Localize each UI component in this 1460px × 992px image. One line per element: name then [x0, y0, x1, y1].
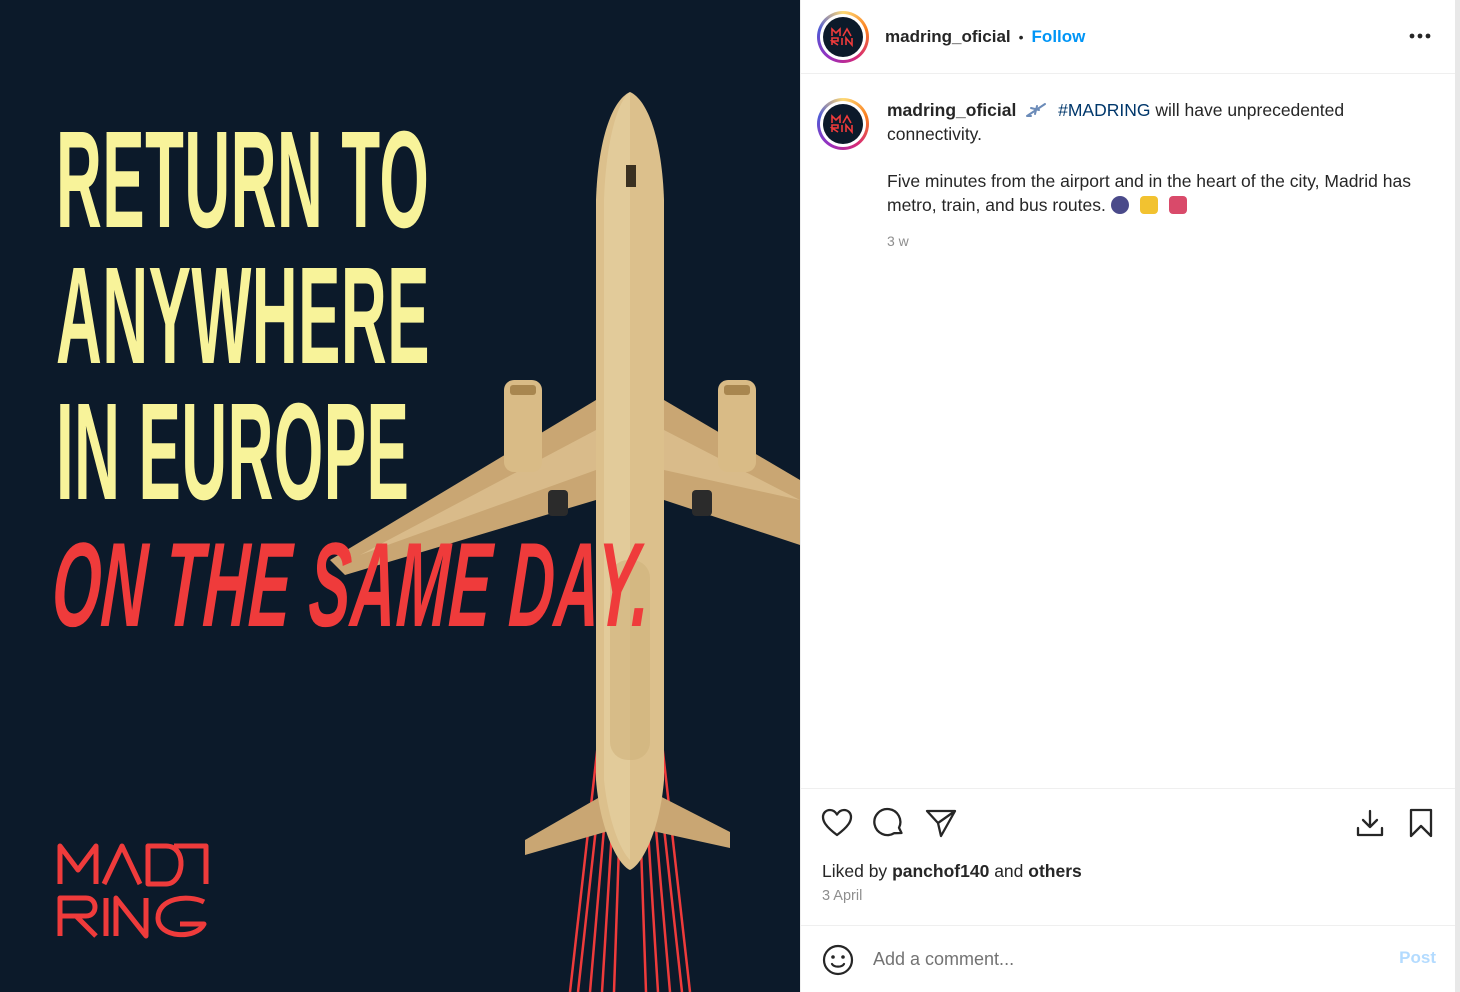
likes-summary: Liked by panchof140 and others [822, 861, 1082, 882]
comment-input[interactable] [873, 949, 1373, 970]
follow-button[interactable]: Follow [1032, 27, 1086, 47]
post-date[interactable]: 3 April [822, 888, 862, 904]
airplane-emoji-icon [1026, 103, 1047, 117]
headline-line-1: RETURN TO [56, 103, 430, 257]
caption-timestamp[interactable]: 3 w [887, 229, 1427, 253]
liked-by-and: and [994, 861, 1024, 881]
metro-emoji-icon [1110, 196, 1129, 214]
headline-line-2: ANYWHERE [56, 239, 430, 393]
comment-composer: Post [801, 925, 1456, 992]
emoji-picker-icon[interactable] [821, 943, 855, 977]
username[interactable]: madring_oficial [885, 27, 1011, 47]
bookmark-icon[interactable] [1403, 805, 1439, 841]
bus-emoji-icon [1139, 196, 1158, 214]
liked-by-user[interactable]: panchof140 [892, 861, 989, 881]
headline: RETURN TO ANYWHERE IN EUROPE ON THE SAME… [49, 103, 654, 652]
headline-accent: ON THE SAME DAY. [49, 518, 655, 652]
post-header: madring_oficial • Follow [801, 0, 1456, 74]
hashtag-link[interactable]: #MADRING [1058, 100, 1150, 120]
avatar[interactable] [817, 10, 869, 63]
share-icon[interactable] [923, 805, 959, 841]
post-image[interactable]: RETURN TO ANYWHERE IN EUROPE ON THE SAME… [0, 0, 800, 992]
caption-username[interactable]: madring_oficial [887, 100, 1016, 120]
headline-line-3: IN EUROPE [56, 375, 410, 529]
comment-icon[interactable] [871, 805, 907, 841]
separator-dot: • [1018, 28, 1024, 45]
heart-icon[interactable] [819, 805, 855, 841]
madring-avatar-icon [830, 114, 853, 134]
train-emoji-icon [1168, 196, 1187, 214]
liked-by-prefix: Liked by [822, 861, 888, 881]
post-actions: Liked by panchof140 and others 3 April P… [801, 788, 1456, 992]
caption-text: madring_oficial #MADRING will have unpre… [887, 98, 1427, 253]
more-options-icon[interactable] [1406, 24, 1434, 48]
post-panel: madring_oficial • Follow madring_oficial… [800, 0, 1456, 992]
download-icon[interactable] [1352, 805, 1388, 841]
madring-logo-icon [57, 843, 209, 939]
caption-avatar[interactable] [817, 98, 869, 150]
liked-by-others[interactable]: others [1028, 861, 1081, 881]
action-icon-bar [819, 805, 1439, 841]
post-caption: madring_oficial #MADRING will have unpre… [817, 98, 1437, 253]
madring-avatar-icon [830, 26, 853, 47]
scrollbar-track[interactable] [1455, 0, 1460, 992]
post-comment-button[interactable]: Post [1399, 948, 1436, 968]
